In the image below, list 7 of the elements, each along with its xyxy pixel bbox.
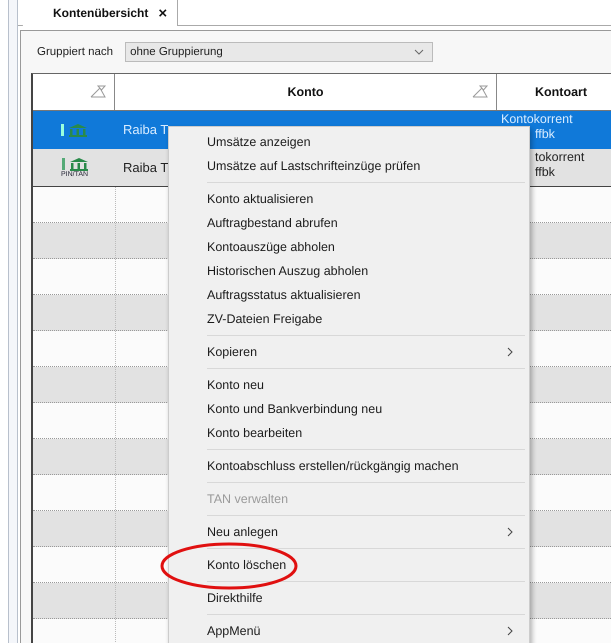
account-type: tokorrent [534,150,584,165]
account-name: Raiba T [123,122,168,137]
group-label: Gruppiert nach [37,46,114,58]
account-type: Kontokorrent [501,112,573,127]
account-type: ffbk [534,127,556,142]
account-type: ffbk [534,165,556,180]
account-name: Raiba T [123,160,168,175]
